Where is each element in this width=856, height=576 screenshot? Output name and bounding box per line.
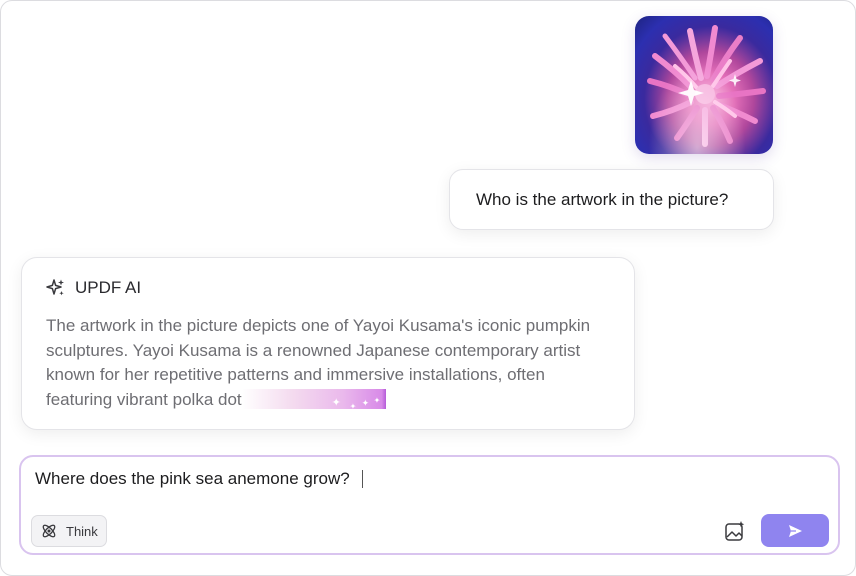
image-sparkle-icon	[725, 521, 745, 541]
ai-response-title: UPDF AI	[75, 278, 142, 297]
message-input-value: Where does the pink sea anemone grow?	[35, 469, 350, 488]
ai-response-bubble: UPDF AI The artwork in the picture depic…	[21, 257, 635, 430]
send-icon	[789, 524, 802, 537]
message-input[interactable]: Where does the pink sea anemone grow?	[35, 469, 363, 489]
message-composer[interactable]: Where does the pink sea anemone grow? Th…	[19, 455, 840, 555]
text-caret	[361, 470, 363, 488]
send-button[interactable]	[761, 514, 829, 547]
user-message-bubble: Who is the artwork in the picture?	[449, 169, 774, 230]
chat-window: Who is the artwork in the picture? UPDF …	[0, 0, 856, 576]
image-generate-button[interactable]	[721, 517, 749, 545]
user-message-text: Who is the artwork in the picture?	[476, 189, 729, 209]
think-button[interactable]: Think	[31, 515, 107, 547]
ai-response-header: UPDF AI	[46, 276, 610, 300]
streaming-fade-indicator: ✦ ✦ ✦ ✦	[241, 388, 386, 411]
atom-icon	[42, 524, 56, 538]
uploaded-image[interactable]	[635, 16, 773, 154]
sparkle-icon	[46, 279, 64, 296]
ai-response-body: The artwork in the picture depicts one o…	[46, 314, 610, 412]
image-overlay	[635, 16, 773, 154]
think-label: Think	[66, 523, 98, 539]
